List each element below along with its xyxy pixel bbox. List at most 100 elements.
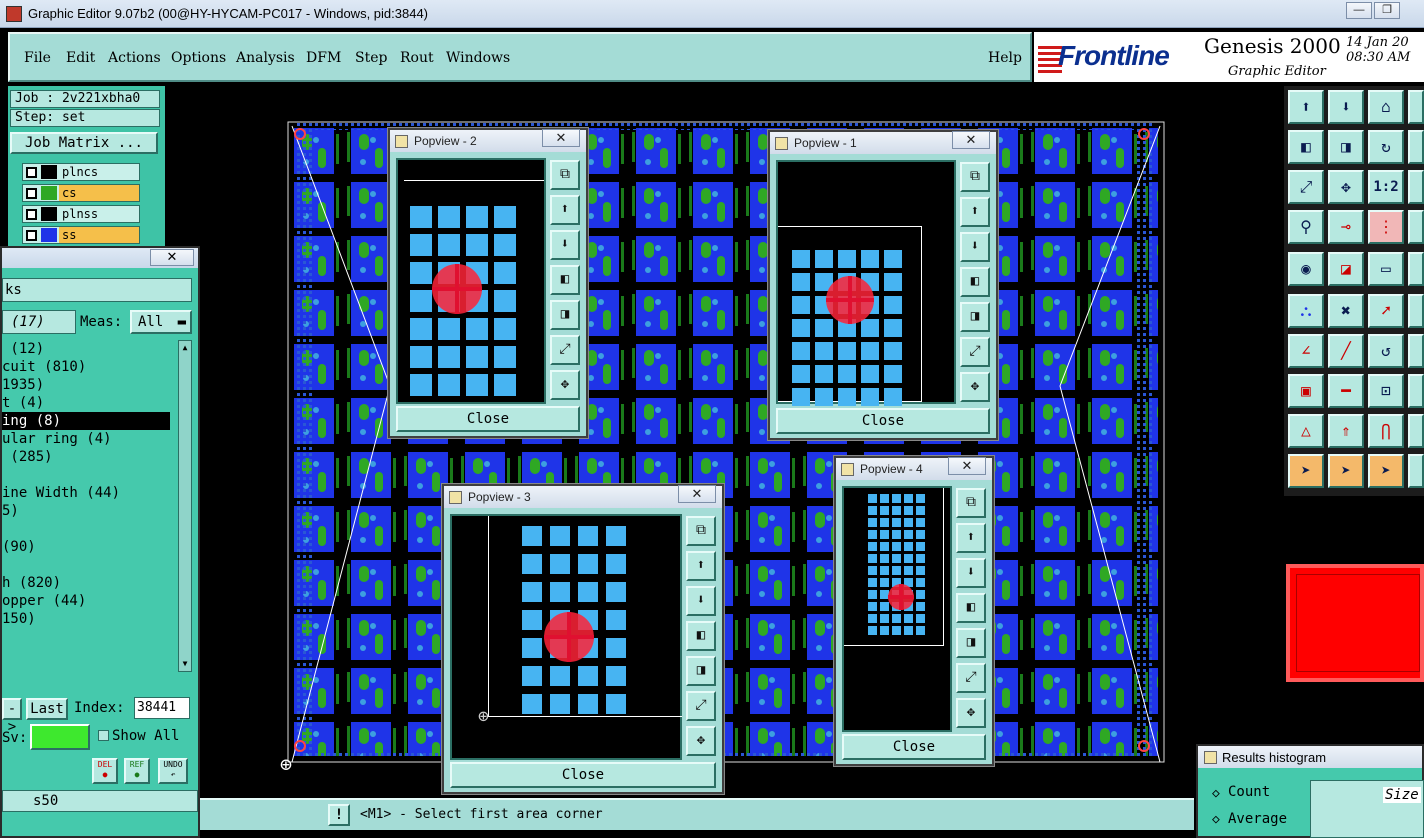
zoom-out-icon[interactable]: ⬇ [956,558,986,588]
screen-down-icon[interactable]: ⬇ [1328,90,1364,124]
layer-row-plncs[interactable]: plncs [22,163,140,181]
checks-list-item[interactable]: ine Width (44) [2,484,170,502]
menu-file[interactable]: File [24,50,51,66]
center-icon[interactable]: ✥ [956,698,986,728]
job-matrix-button[interactable]: Job Matrix ... [10,132,158,154]
popview-3-close-button[interactable]: Close [450,762,716,788]
zoom-center-icon[interactable]: ✥ [1328,170,1364,204]
zoom-in-icon[interactable]: ⬆ [960,197,990,227]
delete-feature-icon[interactable]: ✖ [1328,294,1364,328]
snap-icon[interactable]: ⊸ [1328,210,1364,244]
popview-1-view[interactable] [776,160,956,406]
popview-close-x[interactable]: ✕ [952,131,990,149]
checks-list-item[interactable]: ing (8) [2,412,170,430]
pan-left-icon[interactable]: ◧ [960,267,990,297]
menu-rout[interactable]: Rout [400,50,434,66]
checks-list-item[interactable]: (285) [2,448,170,466]
zoom-fit-icon[interactable]: ⧉ [956,488,986,518]
layer-checkbox[interactable] [26,167,37,178]
last-button[interactable]: Last [26,698,68,720]
meas-select[interactable]: All ▬ [130,310,192,334]
restore-button[interactable]: ❐ [1374,2,1400,19]
scroll-up-icon[interactable]: ▲ [180,342,190,354]
menu-step[interactable]: Step [355,50,387,66]
triangle-icon[interactable]: △ [1288,414,1324,448]
select-feature-icon[interactable]: ◉ [1288,252,1324,286]
checks-list[interactable]: (12) cuit (810) 1935) t (4) ing (8) ular ring… [2,340,176,672]
zoom-fit-icon[interactable]: ⧉ [960,162,990,192]
menu-analysis[interactable]: Analysis [236,50,295,66]
zoom-window-icon[interactable]: ⤢ [550,335,580,365]
checks-list-item[interactable]: h (820) [2,574,170,592]
pointer-edit-icon[interactable]: ➤ [1368,454,1404,488]
zoom-fit-icon[interactable]: ⤢ [1288,170,1324,204]
checks-count-field[interactable]: (17) [2,310,76,334]
pan-right-icon[interactable]: ◨ [1328,130,1364,164]
more-tools-icon[interactable] [1408,90,1424,124]
layer-row-plnss[interactable]: plnss [22,205,140,223]
network-icon[interactable]: ⋮ [1368,210,1404,244]
graphics-canvas[interactable]: ⊕ [200,86,1284,798]
arch-icon[interactable]: ⋂ [1368,414,1404,448]
pan-left-icon[interactable]: ◧ [1288,130,1324,164]
connect-icon[interactable]: ⛬ [1288,294,1324,328]
arrow-up-icon[interactable]: ⇑ [1328,414,1364,448]
more-tools-icon[interactable] [1408,294,1424,328]
zoom-fit-icon[interactable]: ⧉ [550,160,580,190]
del-button[interactable]: DEL ● [92,758,118,784]
alert-button[interactable]: ! [328,804,350,826]
redraw-icon[interactable]: ↻ [1368,130,1404,164]
center-icon[interactable]: ✥ [960,372,990,402]
menu-edit[interactable]: Edit [66,50,95,66]
checks-list-item[interactable]: 150) [2,610,170,628]
pan-left-icon[interactable]: ◧ [956,593,986,623]
box-add-icon[interactable]: ⊡ [1368,374,1404,408]
angle-icon[interactable]: ∠ [1288,334,1324,368]
popview-close-x[interactable]: ✕ [948,457,986,475]
layer-row-cs[interactable]: cs [22,184,140,202]
checks-list-item[interactable]: (90) [2,538,170,556]
menu-dfm[interactable]: DFM [306,50,341,66]
popview-close-x[interactable]: ✕ [678,485,716,503]
zoom-fit-icon[interactable]: ⧉ [686,516,716,546]
minimize-button[interactable]: — [1346,2,1372,19]
checks-list-item[interactable]: (12) [2,340,170,358]
arc-icon[interactable]: ↺ [1368,334,1404,368]
pointer-icon[interactable]: ➤ [1288,454,1324,488]
measure-icon[interactable]: ⚲ [1288,210,1324,244]
popview-2-close-button[interactable]: Close [396,406,580,432]
pan-left-icon[interactable]: ◧ [686,621,716,651]
checks-list-item[interactable]: cuit (810) [2,358,170,376]
zoom-out-icon[interactable]: ⬇ [960,232,990,262]
popview-4-view[interactable] [842,486,952,732]
more-tools-icon[interactable] [1408,252,1424,286]
popview-1-close-button[interactable]: Close [776,408,990,434]
undo-button[interactable]: UNDO ↶ [158,758,188,784]
checks-list-item[interactable]: ular ring (4) [2,430,170,448]
pan-left-icon[interactable]: ◧ [550,265,580,295]
severity-select[interactable] [30,724,90,750]
more-tools-icon[interactable] [1408,334,1424,368]
count-radio-icon[interactable]: ◇ [1212,786,1220,801]
more-tools-icon[interactable] [1408,130,1424,164]
zoom-in-icon[interactable]: ⬆ [686,551,716,581]
more-tools-icon[interactable] [1408,170,1424,204]
pointer-select-icon[interactable]: ➤ [1328,454,1364,488]
layer-row-ss[interactable]: ss [22,226,140,244]
screen-top-icon[interactable]: ⬆ [1288,90,1324,124]
menu-help[interactable]: Help [988,50,1022,66]
popview-close-x[interactable]: ✕ [542,129,580,147]
checks-list-item[interactable]: opper (44) [2,592,170,610]
menu-actions[interactable]: Actions [108,50,161,66]
move-icon[interactable]: ➚ [1368,294,1404,328]
popview-3-view[interactable]: ⊕ [450,514,682,760]
index-input[interactable]: 38441 [134,697,190,719]
menu-windows[interactable]: Windows [446,50,510,66]
slope-icon[interactable]: ╱ [1328,334,1364,368]
pan-right-icon[interactable]: ◨ [686,656,716,686]
zoom-window-icon[interactable]: ⤢ [960,337,990,367]
scroll-down-icon[interactable]: ▼ [180,658,190,670]
zoom-in-icon[interactable]: ⬆ [956,523,986,553]
line-select-icon[interactable]: ◪ [1328,252,1364,286]
home-icon[interactable]: ⌂ [1368,90,1404,124]
